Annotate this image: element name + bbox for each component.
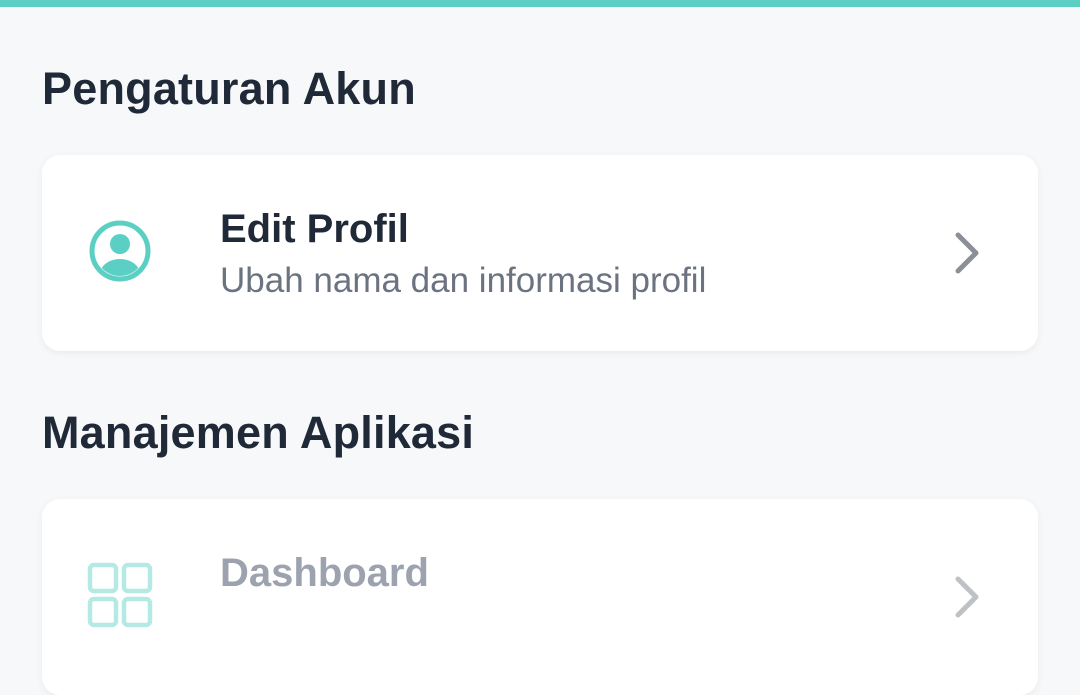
chevron-right-icon xyxy=(955,576,979,618)
edit-profile-title: Edit Profil xyxy=(220,207,409,251)
dashboard-menu-item[interactable]: Dashboard xyxy=(42,499,1038,695)
chevron-right-icon xyxy=(955,232,979,274)
section-title-app-management: Manajemen Aplikasi xyxy=(42,407,475,458)
section-title-account-settings: Pengaturan Akun xyxy=(42,63,416,114)
edit-profile-menu-item[interactable]: Edit Profil Ubah nama dan informasi prof… xyxy=(42,155,1038,351)
edit-profile-subtitle: Ubah nama dan informasi profil xyxy=(220,261,707,300)
grid-icon xyxy=(87,562,153,628)
user-circle-icon xyxy=(89,220,151,282)
top-accent-bar xyxy=(0,0,1080,7)
dashboard-title: Dashboard xyxy=(220,551,429,595)
